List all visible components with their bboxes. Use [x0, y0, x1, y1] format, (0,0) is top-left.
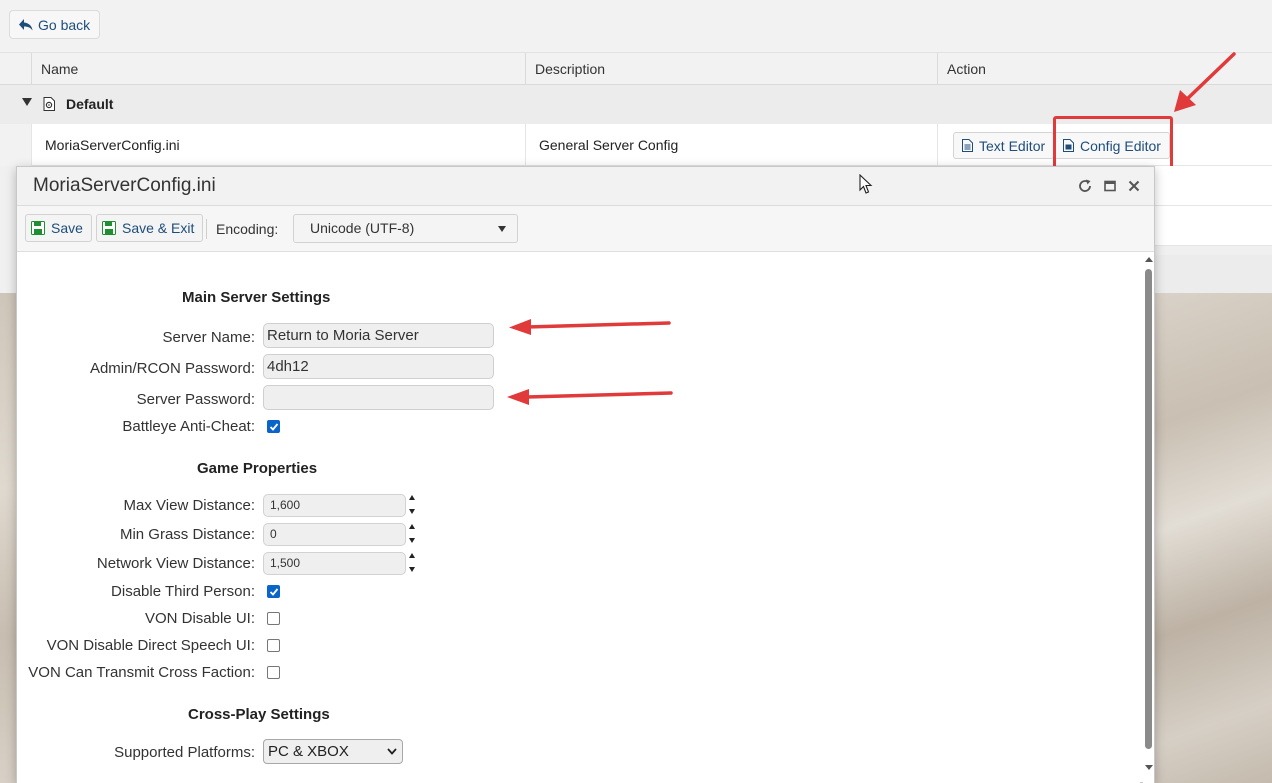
platforms-label: Supported Platforms: — [114, 744, 255, 761]
admin-password-label: Admin/RCON Password: — [89, 360, 255, 377]
save-exit-button[interactable]: Save & Exit — [96, 214, 204, 242]
max-view-stepper[interactable] — [409, 494, 417, 516]
server-name-label: Server Name: — [162, 329, 255, 346]
text-editor-button[interactable]: Text Editor — [953, 132, 1055, 159]
checkmark-icon — [269, 423, 279, 431]
battleye-label: Battleye Anti-Cheat: — [122, 418, 255, 435]
min-grass-stepper[interactable] — [409, 523, 417, 545]
max-view-input[interactable]: 1,600 — [263, 494, 406, 517]
column-header-name[interactable]: Name — [31, 53, 526, 85]
save-label: Save — [51, 220, 83, 236]
von-disable-ui-label: VON Disable UI: — [144, 610, 255, 627]
row-indent — [0, 124, 31, 166]
disable-third-person-label: Disable Third Person: — [111, 583, 255, 600]
background-artwork — [1155, 293, 1272, 783]
min-grass-input[interactable]: 0 — [263, 523, 406, 546]
section-title-game: Game Properties — [197, 460, 318, 477]
scroll-down-icon[interactable] — [1145, 765, 1153, 770]
go-back-label: Go back — [38, 16, 91, 33]
close-icon[interactable] — [1126, 178, 1142, 194]
background-row — [1155, 206, 1272, 246]
back-arrow-icon — [19, 19, 33, 31]
file-description: General Server Config — [525, 124, 938, 166]
save-icon — [31, 221, 45, 235]
config-editor-dialog: MoriaServerConfig.ini Save Save & Exit E… — [16, 166, 1155, 783]
platforms-select[interactable]: PC & XBOX — [263, 739, 403, 764]
network-view-stepper[interactable] — [409, 552, 417, 574]
von-disable-ui-checkbox[interactable] — [267, 612, 280, 625]
server-name-input[interactable]: Return to Moria Server — [263, 323, 494, 348]
maximize-icon[interactable] — [1102, 178, 1118, 194]
section-title-main: Main Server Settings — [182, 289, 331, 306]
disable-third-person-checkbox[interactable] — [267, 585, 280, 598]
max-view-label: Max View Distance: — [123, 497, 255, 514]
save-icon — [102, 221, 116, 235]
admin-password-input[interactable]: 4dh12 — [263, 354, 494, 379]
dialog-title: MoriaServerConfig.ini — [33, 175, 216, 196]
von-disable-direct-checkbox[interactable] — [267, 639, 280, 652]
platforms-value: PC & XBOX — [268, 743, 349, 760]
encoding-label: Encoding: — [216, 221, 279, 237]
save-exit-label: Save & Exit — [122, 220, 195, 236]
file-name: MoriaServerConfig.ini — [31, 124, 526, 166]
document-icon — [962, 139, 973, 152]
background-artwork-left — [0, 293, 16, 783]
refresh-icon[interactable] — [1077, 178, 1093, 194]
scrollbar-thumb[interactable] — [1145, 269, 1152, 749]
background-strip — [1155, 255, 1272, 293]
mouse-cursor-icon — [859, 174, 873, 194]
von-disable-direct-label: VON Disable Direct Speech UI: — [46, 637, 255, 654]
annotation-arrow — [507, 389, 673, 405]
network-view-label: Network View Distance: — [96, 555, 255, 572]
annotation-arrow — [1174, 52, 1236, 112]
group-label: Default — [66, 96, 114, 112]
grid-header: Name Description Action — [0, 52, 1272, 85]
stepper-down-icon[interactable] — [409, 538, 415, 543]
stepper-up-icon[interactable] — [409, 495, 415, 500]
go-back-button[interactable]: Go back — [9, 10, 101, 39]
battleye-checkbox[interactable] — [267, 420, 280, 433]
network-view-input[interactable]: 1,500 — [263, 552, 406, 575]
stepper-up-icon[interactable] — [409, 524, 415, 529]
column-header-description[interactable]: Description — [525, 53, 938, 85]
collapse-triangle-icon[interactable] — [22, 98, 32, 106]
stepper-down-icon[interactable] — [409, 509, 415, 514]
scrollbar[interactable] — [1143, 253, 1154, 783]
annotation-highlight-box — [1053, 116, 1173, 170]
server-password-input[interactable] — [263, 385, 494, 410]
save-button[interactable]: Save — [25, 214, 92, 242]
text-editor-label: Text Editor — [979, 137, 1046, 154]
background-row — [1155, 166, 1272, 206]
stepper-down-icon[interactable] — [409, 567, 415, 572]
encoding-value: Unicode (UTF-8) — [310, 220, 415, 236]
dialog-title-bar[interactable]: MoriaServerConfig.ini — [17, 167, 1154, 206]
chevron-down-icon — [387, 748, 397, 755]
min-grass-label: Min Grass Distance: — [119, 526, 255, 543]
encoding-select[interactable]: Unicode (UTF-8) — [293, 214, 518, 243]
von-cross-faction-label: VON Can Transmit Cross Faction: — [28, 664, 255, 681]
top-bar: Go back — [0, 0, 1272, 52]
toolbar-separator — [206, 219, 207, 239]
dialog-toolbar: Save Save & Exit Encoding: Unicode (UTF-… — [17, 206, 1154, 252]
chevron-down-icon — [498, 226, 506, 232]
section-title-crossplay: Cross-Play Settings — [188, 706, 330, 723]
stepper-up-icon[interactable] — [409, 553, 415, 558]
von-cross-faction-checkbox[interactable] — [267, 666, 280, 679]
server-password-label: Server Password: — [136, 391, 255, 408]
config-file-icon — [43, 97, 55, 111]
annotation-arrow — [509, 319, 671, 335]
scroll-up-icon[interactable] — [1145, 257, 1153, 262]
checkmark-icon — [269, 588, 279, 596]
